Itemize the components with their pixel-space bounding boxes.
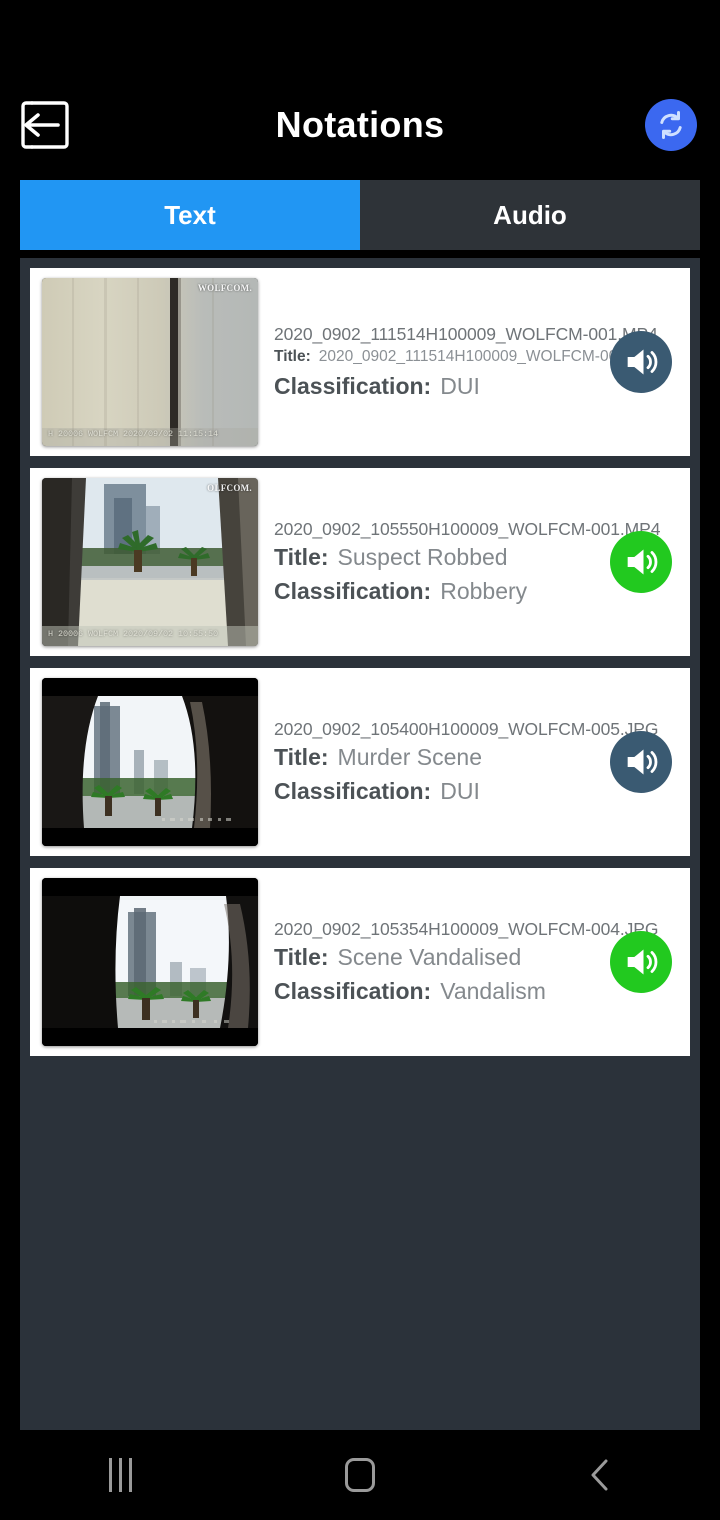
- classification-label: Classification:: [274, 578, 432, 604]
- classification-row: Classification: DUI: [274, 373, 602, 400]
- recents-bars-icon: [108, 1458, 132, 1492]
- title-value: Suspect Robbed: [337, 544, 508, 570]
- notations-list[interactable]: WOLFCOM. H 20006 WOLFCM 2020/09/02 11:15…: [20, 258, 700, 1488]
- tab-bar: Text Audio: [20, 180, 700, 250]
- title-row: Title: Scene Vandalised: [274, 944, 602, 971]
- tab-audio[interactable]: Audio: [360, 180, 700, 250]
- title-row: Title: 2020_0902_111514H100009_WOLFCM-00…: [274, 348, 662, 366]
- item-details: 2020_0902_105354H100009_WOLFCM-004.JPG T…: [258, 919, 659, 1005]
- timestamp-overlay: H 20006 WOLFCM 2020/09/02 10:55:50: [48, 629, 219, 639]
- classification-row: Classification: DUI: [274, 778, 602, 805]
- classification-label: Classification:: [274, 778, 432, 804]
- classification-row: Classification: Robbery: [274, 578, 602, 605]
- speaker-volume-icon: [627, 949, 658, 975]
- filename: 2020_0902_105400H100009_WOLFCM-005.JPG: [274, 719, 659, 739]
- page-title: Notations: [275, 104, 445, 145]
- classification-label: Classification:: [274, 978, 432, 1004]
- app-screen: Notations Text Audio WOLFCOM. H 20006 WO…: [0, 0, 720, 1520]
- title-label: Title:: [274, 744, 329, 770]
- title-value: Murder Scene: [337, 744, 482, 770]
- title-row: Title: Murder Scene: [274, 744, 602, 771]
- play-audio-button[interactable]: [610, 731, 672, 793]
- classification-row: Classification: Vandalism: [274, 978, 602, 1005]
- android-navbar: [0, 1430, 720, 1520]
- list-item[interactable]: OLFCOM. H 20006 WOLFCM 2020/09/02 10:55:…: [30, 468, 690, 656]
- play-audio-button[interactable]: [610, 331, 672, 393]
- filename: 2020_0902_105550H100009_WOLFCM-001.MP4: [274, 519, 661, 539]
- thumbnail[interactable]: [42, 878, 258, 1046]
- back-arrow-box-icon[interactable]: [20, 97, 70, 153]
- thumbnail-image: [42, 878, 258, 1046]
- speaker-volume-icon: [627, 349, 658, 375]
- refresh-button[interactable]: [645, 99, 697, 151]
- item-details: 2020_0902_111514H100009_WOLFCM-001.MP4 T…: [258, 324, 662, 400]
- title-value: Scene Vandalised: [337, 944, 522, 970]
- recents-button[interactable]: [60, 1430, 180, 1520]
- item-details: 2020_0902_105400H100009_WOLFCM-005.JPG T…: [258, 719, 659, 805]
- list-item[interactable]: 2020_0902_105354H100009_WOLFCM-004.JPG T…: [30, 868, 690, 1056]
- filename: 2020_0902_111514H100009_WOLFCM-001.MP4: [274, 324, 658, 344]
- sync-refresh-icon: [660, 111, 682, 139]
- back-button[interactable]: [540, 1430, 660, 1520]
- list-item[interactable]: 2020_0902_105400H100009_WOLFCM-005.JPG T…: [30, 668, 690, 856]
- watermark-text: WOLFCOM.: [197, 283, 252, 293]
- app-header: Notations: [0, 70, 720, 180]
- home-square-icon: [345, 1458, 375, 1492]
- title-row: Title: Suspect Robbed: [274, 544, 602, 571]
- speaker-volume-icon: [627, 749, 658, 775]
- back-arrow-box-glyph: [21, 101, 69, 149]
- classification-label: Classification:: [274, 373, 432, 399]
- thumbnail-image: [42, 278, 258, 446]
- thumbnail[interactable]: [42, 678, 258, 846]
- list-item[interactable]: WOLFCOM. H 20006 WOLFCM 2020/09/02 11:15…: [30, 268, 690, 456]
- classification-value: DUI: [440, 778, 480, 804]
- title-label: Title:: [274, 348, 311, 365]
- thumbnail-image: [42, 678, 258, 846]
- thumbnail-image: [42, 478, 258, 646]
- play-audio-button[interactable]: [610, 931, 672, 993]
- classification-value: DUI: [440, 373, 480, 399]
- back-chevron-icon: [591, 1459, 608, 1491]
- thumbnail[interactable]: WOLFCOM. H 20006 WOLFCM 2020/09/02 11:15…: [42, 278, 258, 446]
- thumbnail[interactable]: OLFCOM. H 20006 WOLFCM 2020/09/02 10:55:…: [42, 478, 258, 646]
- home-button[interactable]: [300, 1430, 420, 1520]
- title-label: Title:: [274, 944, 329, 970]
- filename: 2020_0902_105354H100009_WOLFCM-004.JPG: [274, 919, 659, 939]
- tab-text[interactable]: Text: [20, 180, 360, 250]
- play-audio-button[interactable]: [610, 531, 672, 593]
- status-bar: [0, 0, 720, 70]
- item-details: 2020_0902_105550H100009_WOLFCM-001.MP4 T…: [258, 519, 661, 605]
- watermark-text: OLFCOM.: [207, 483, 252, 493]
- classification-value: Robbery: [440, 578, 528, 604]
- title-label: Title:: [274, 544, 329, 570]
- speaker-volume-icon: [627, 549, 658, 575]
- timestamp-overlay: H 20006 WOLFCM 2020/09/02 11:15:14: [48, 429, 219, 439]
- classification-value: Vandalism: [440, 978, 546, 1004]
